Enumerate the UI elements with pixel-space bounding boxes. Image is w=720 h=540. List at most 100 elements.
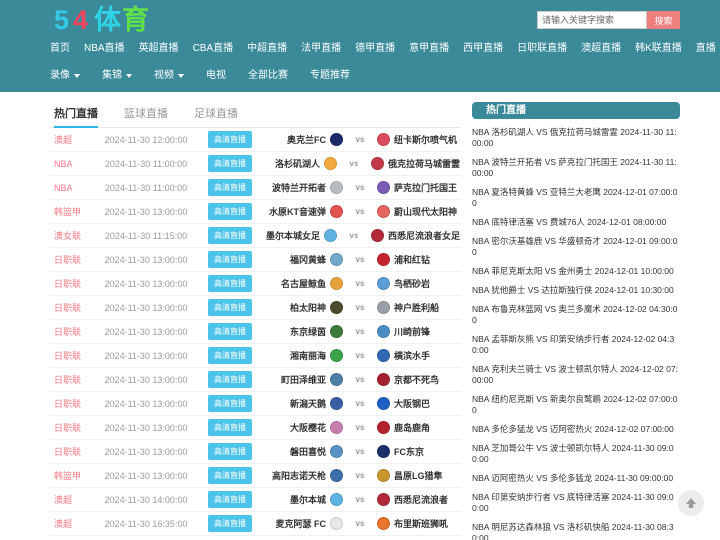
tab-1[interactable]: 篮球直播 [124, 105, 168, 127]
match-time: 2024-11-30 14:00:00 [104, 494, 188, 505]
search-button[interactable]: 搜索 [647, 11, 680, 29]
watch-live-button[interactable]: 高清直播 [208, 179, 252, 196]
sidebar-list-item[interactable]: NBA 印第安纳步行者 VS 底特律活塞 2024-11-30 09:00:00 [472, 492, 680, 514]
watch-live-button[interactable]: 高清直播 [208, 251, 252, 268]
sidebar-list-item[interactable]: NBA 波特兰开拓者 VS 萨克拉门托国王 2024-11-30 11:00:0… [472, 157, 680, 179]
match-row[interactable]: 日职联 2024-11-30 13:00:00 高清直播 柏太阳神 vs 神户胜利船 [50, 296, 460, 320]
nav-item-8[interactable]: 西甲直播 [463, 42, 503, 56]
match-time: 2024-11-30 13:00:00 [104, 254, 188, 265]
watch-live-button[interactable]: 高清直播 [208, 491, 252, 508]
nav-label: 西甲直播 [463, 43, 504, 54]
watch-live-button[interactable]: 高清直播 [208, 371, 252, 388]
watch-live-button[interactable]: 高清直播 [208, 467, 252, 484]
match-row[interactable]: 澳超 2024-11-30 12:00:00 高清直播 奥克兰FC vs 纽卡斯尔喷气机 [50, 128, 460, 152]
logo-char-yu: 育 [122, 5, 151, 35]
nav-item-6[interactable]: 德甲直播 [355, 42, 395, 56]
watch-live-button[interactable]: 高清直播 [208, 131, 252, 148]
nav-label: 视频 [154, 70, 174, 81]
watch-live-button[interactable]: 高清直播 [208, 323, 252, 340]
subnav-item-1[interactable]: 集锦 [102, 69, 132, 83]
match-row[interactable]: 日职联 2024-11-30 13:00:00 高清直播 大阪樱花 vs 鹿岛鹿角 [50, 416, 460, 440]
subnav-item-2[interactable]: 视频 [154, 69, 184, 83]
tab-2[interactable]: 足球直播 [194, 105, 238, 127]
vs-label: vs [355, 471, 365, 480]
sidebar-list-item[interactable]: NBA 底特律活塞 VS 费城76人 2024-12-01 08:00:00 [472, 217, 680, 228]
nav-item-0[interactable]: 首页 [50, 42, 70, 56]
watch-live-button[interactable]: 高清直播 [208, 203, 252, 220]
home-team: 洛杉矶湖人 [260, 157, 339, 170]
sidebar-list-item[interactable]: NBA 迈阿密热火 VS 多伦多猛龙 2024-11-30 09:00:00 [472, 473, 680, 484]
match-row[interactable]: 日职联 2024-11-30 13:00:00 高清直播 名古屋鲸鱼 vs 鸟栖砂岩 [50, 272, 460, 296]
watch-live-button[interactable]: 高清直播 [208, 347, 252, 364]
away-team-name: 蔚山现代太阳神 [394, 207, 458, 217]
subnav-item-5[interactable]: 专题推荐 [310, 69, 350, 83]
watch-live-button[interactable]: 高清直播 [208, 227, 252, 244]
match-row[interactable]: 澳女联 2024-11-30 11:15:00 高清直播 墨尔本城女足 vs 西悉尼流浪者… [50, 224, 460, 248]
nav-item-5[interactable]: 法甲直播 [301, 42, 341, 56]
sidebar-list-item[interactable]: NBA 夏洛特黄蜂 VS 亚特兰大老鹰 2024-12-01 07:00:00 [472, 187, 680, 209]
match-row[interactable]: 日职联 2024-11-30 13:00:00 高清直播 磐田喜悦 vs FC东京 [50, 440, 460, 464]
nav-item-12[interactable]: 直播 [696, 42, 720, 56]
nav-item-11[interactable]: 韩K联直播 [635, 42, 682, 56]
nav-label: 集锦 [102, 70, 122, 81]
subnav-item-0[interactable]: 录像 [50, 69, 80, 83]
vs-label: vs [355, 255, 365, 264]
nav-item-4[interactable]: 中超直播 [247, 42, 287, 56]
vs-label: vs [355, 135, 365, 144]
sidebar-list-item[interactable]: NBA 犹他爵士 VS 达拉斯独行侠 2024-12-01 10:30:00 [472, 285, 680, 296]
match-row[interactable]: 澳超 2024-11-30 16:35:00 高清直播 麦克阿瑟 FC vs 布里斯班狮吼 [50, 512, 460, 536]
scroll-to-top-button[interactable] [678, 490, 704, 516]
watch-cell: 高清直播 [200, 515, 260, 532]
home-team-crest-icon [330, 421, 343, 434]
match-row[interactable]: 韩篮甲 2024-11-30 13:00:00 高清直播 高阳志诺天枪 vs 昌原LG猎隼 [50, 464, 460, 488]
watch-live-button[interactable]: 高清直播 [208, 515, 252, 532]
sidebar-title: 热门直播 [472, 102, 680, 119]
match-row[interactable]: 日职联 2024-11-30 13:00:00 高清直播 町田泽维亚 vs 京都不死鸟 [50, 368, 460, 392]
sidebar-list-item[interactable]: NBA 密尔沃基雄鹿 VS 华盛顿奇才 2024-12-01 09:00:00 [472, 236, 680, 258]
watch-live-button[interactable]: 高清直播 [208, 275, 252, 292]
subnav-item-3[interactable]: 电视 [206, 69, 226, 83]
away-team-crest-icon [377, 205, 390, 218]
sidebar-list-item[interactable]: NBA 多伦多猛龙 VS 迈阿密热火 2024-12-02 07:00:00 [472, 424, 680, 435]
tab-0[interactable]: 热门直播 [54, 105, 98, 128]
watch-live-button[interactable]: 高清直播 [208, 155, 252, 172]
watch-live-button[interactable]: 高清直播 [208, 419, 252, 436]
home-team-name: 麦克阿瑟 FC [275, 519, 327, 529]
match-time: 2024-11-30 11:00:00 [104, 182, 188, 193]
sidebar-list-item[interactable]: NBA 芝加哥公牛 VS 波士顿凯尔特人 2024-11-30 09:00:00 [472, 443, 680, 465]
watch-live-button[interactable]: 高清直播 [208, 395, 252, 412]
watch-live-button[interactable]: 高清直播 [208, 299, 252, 316]
away-team: 蔚山现代太阳神 [375, 205, 460, 218]
sidebar-list-item[interactable]: NBA 洛杉矶湖人 VS 俄克拉荷马城雷霊 2024-11-30 11:00:0… [472, 127, 680, 149]
match-row[interactable]: 澳超 2024-11-30 14:00:00 高清直播 墨尔本城 vs 西悉尼流浪者 [50, 488, 460, 512]
watch-cell: 高清直播 [200, 347, 260, 364]
sidebar-list-item[interactable]: NBA 纽约尼克斯 VS 新奥尔良鹜鹕 2024-12-02 07:00:00 [472, 394, 680, 416]
vs-label: vs [355, 279, 365, 288]
search-input[interactable] [537, 11, 647, 29]
match-row[interactable]: 韩篮甲 2024-11-30 13:00:00 高清直播 水原KT音速弹 vs 蔚山现代太… [50, 200, 460, 224]
nav-item-3[interactable]: CBA直播 [193, 42, 234, 56]
sidebar-list-item[interactable]: NBA 菲尼克斯太阳 VS 金州勇士 2024-12-01 10:00:00 [472, 266, 680, 277]
nav-item-10[interactable]: 澳超直播 [581, 42, 621, 56]
away-team-name: 神户胜利船 [394, 303, 440, 313]
site-logo[interactable]: 5 4 体育 [54, 5, 150, 35]
match-row[interactable]: NBA 2024-11-30 11:00:00 高清直播 波特兰开拓者 vs 萨克拉门托国… [50, 176, 460, 200]
watch-live-button[interactable]: 高清直播 [208, 443, 252, 460]
match-row[interactable]: 日职联 2024-11-30 13:00:00 高清直播 新潟天鹅 vs 大阪钢巴 [50, 392, 460, 416]
nav-item-2[interactable]: 英超直播 [139, 42, 179, 56]
sidebar-list-item[interactable]: NBA 克利夫兰骑士 VS 波士顿凯尔特人 2024-12-02 07:00:0… [472, 364, 680, 386]
match-row[interactable]: 日职联 2024-11-30 13:00:00 高清直播 湘南丽海 vs 横滨水手 [50, 344, 460, 368]
nav-item-7[interactable]: 意甲直播 [409, 42, 449, 56]
match-time: 2024-11-30 13:00:00 [104, 446, 188, 457]
away-team: 京都不死鸟 [375, 373, 460, 386]
sidebar-list-item[interactable]: NBA 孟菲斯灰熊 VS 印第安纳步行者 2024-12-02 04:30:00 [472, 334, 680, 356]
match-row[interactable]: 日职联 2024-11-30 13:00:00 高清直播 东京绿茵 vs 川崎前锋 [50, 320, 460, 344]
sidebar-list-item[interactable]: NBA 布鲁克林篮网 VS 奥兰多魔术 2024-12-02 04:30:00 [472, 304, 680, 326]
league-tag: 澳超 [54, 519, 73, 529]
subnav-item-4[interactable]: 全部比赛 [248, 69, 288, 83]
match-row[interactable]: 日职联 2024-11-30 13:00:00 高清直播 福冈黄蜂 vs 浦和红钻 [50, 248, 460, 272]
nav-item-1[interactable]: NBA直播 [84, 42, 125, 56]
nav-item-9[interactable]: 日职联直播 [517, 42, 567, 56]
match-row[interactable]: NBA 2024-11-30 11:00:00 高清直播 洛杉矶湖人 vs 俄克拉荷马城雷… [50, 152, 460, 176]
sidebar-list-item[interactable]: NBA 明尼苏达森林狼 VS 洛杉矶快船 2024-11-30 08:30:00 [472, 522, 680, 540]
